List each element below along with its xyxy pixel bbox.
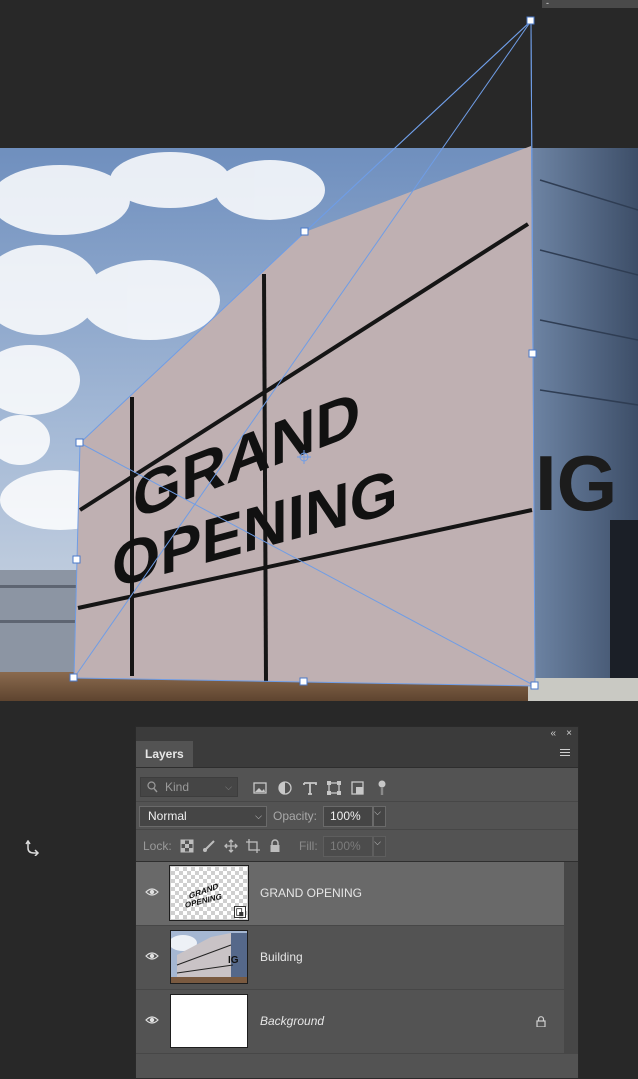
canvas-artwork: IG GRAND OPENING xyxy=(0,16,638,701)
fill-dropdown[interactable]: ⌵ xyxy=(373,836,386,857)
layer-name[interactable]: Background xyxy=(260,990,324,1053)
opacity-input[interactable]: 100% xyxy=(323,806,373,827)
kind-filter-select[interactable]: Kind ⌵ xyxy=(140,777,238,797)
document-tab-corner[interactable]: - xyxy=(542,0,638,8)
lock-fill-row: Lock: Fill: 100% ⌵ xyxy=(136,831,578,862)
fill-input[interactable]: 100% xyxy=(323,836,373,857)
close-icon[interactable]: × xyxy=(566,727,572,741)
shape-layer-filter-icon[interactable] xyxy=(326,780,342,796)
transform-handle[interactable] xyxy=(526,16,535,25)
eye-icon[interactable] xyxy=(145,886,159,898)
transform-handle[interactable] xyxy=(69,673,78,682)
chevron-down-icon: ⌵ xyxy=(225,782,232,792)
smart-object-badge-icon xyxy=(234,906,246,918)
chevron-down-icon: ⌵ xyxy=(374,807,381,817)
transform-handle[interactable] xyxy=(75,438,84,447)
eye-icon[interactable] xyxy=(145,1014,159,1026)
transform-handle[interactable] xyxy=(72,555,81,564)
tab-layers[interactable]: Layers xyxy=(136,741,193,767)
panel-tab-bar: Layers xyxy=(136,741,578,768)
layer-thumbnail[interactable]: GRAND OPENING xyxy=(169,865,249,921)
blend-opacity-row: Normal ⌵ Opacity: 100% ⌵ xyxy=(136,803,578,830)
chevron-down-icon: ⌵ xyxy=(374,837,381,847)
lock-image-pixels-icon[interactable] xyxy=(202,839,216,853)
eye-icon[interactable] xyxy=(145,950,159,962)
hamburger-menu-icon[interactable] xyxy=(560,749,570,758)
layer-name[interactable]: GRAND OPENING xyxy=(260,862,362,925)
panel-title-bar[interactable]: « × xyxy=(136,727,578,741)
lock-label: Lock: xyxy=(143,839,172,853)
opacity-dropdown[interactable]: ⌵ xyxy=(373,806,386,827)
layer-row-building[interactable]: IG Building xyxy=(136,926,564,990)
fill-label: Fill: xyxy=(299,839,318,853)
transform-handle[interactable] xyxy=(300,227,309,236)
chevron-down-icon: ⌵ xyxy=(255,811,262,821)
lock-position-icon[interactable] xyxy=(224,839,238,853)
search-icon xyxy=(147,781,158,793)
document-canvas[interactable]: IG GRAND OPENING - xyxy=(0,0,638,705)
pixel-layer-filter-icon[interactable] xyxy=(252,780,268,796)
layer-row-grand-opening[interactable]: GRAND OPENING GRAND OPENING xyxy=(136,862,564,926)
smart-object-filter-icon[interactable] xyxy=(350,780,366,796)
transform-handle[interactable] xyxy=(530,681,539,690)
lock-transparent-pixels-icon[interactable] xyxy=(180,839,194,853)
layer-thumbnail[interactable]: IG xyxy=(170,930,248,984)
layers-scrollbar[interactable] xyxy=(564,862,578,1054)
type-layer-filter-icon[interactable] xyxy=(302,780,318,796)
adjustment-layer-filter-icon[interactable] xyxy=(277,780,293,796)
lock-all-icon[interactable] xyxy=(268,839,282,853)
layers-panel: « × Layers Kind ⌵ Normal ⌵ Opacity: 100%… xyxy=(135,726,579,1079)
kind-filter-label: Kind xyxy=(165,780,190,794)
double-chevron-left-icon[interactable]: « xyxy=(550,727,556,741)
layer-row-background[interactable]: Background xyxy=(136,990,564,1054)
layer-thumbnail[interactable] xyxy=(170,994,248,1048)
transform-handle[interactable] xyxy=(528,349,537,358)
lock-icon[interactable] xyxy=(536,1016,546,1027)
lock-artboard-icon[interactable] xyxy=(246,839,260,853)
svg-text:IG: IG xyxy=(535,439,617,527)
filter-toggle-icon[interactable] xyxy=(374,780,390,796)
building-thumbnail-art: IG xyxy=(171,931,247,983)
opacity-label: Opacity: xyxy=(273,809,318,823)
blend-mode-select[interactable]: Normal ⌵ xyxy=(139,806,267,827)
layer-name[interactable]: Building xyxy=(260,926,303,989)
transform-handle[interactable] xyxy=(299,677,308,686)
svg-text:IG: IG xyxy=(228,955,239,966)
layers-list: GRAND OPENING GRAND OPENING IG Building … xyxy=(136,862,564,1054)
rotate-cursor-icon xyxy=(25,840,40,856)
blend-mode-value: Normal xyxy=(148,809,187,823)
layer-filter-row: Kind ⌵ xyxy=(136,773,578,802)
